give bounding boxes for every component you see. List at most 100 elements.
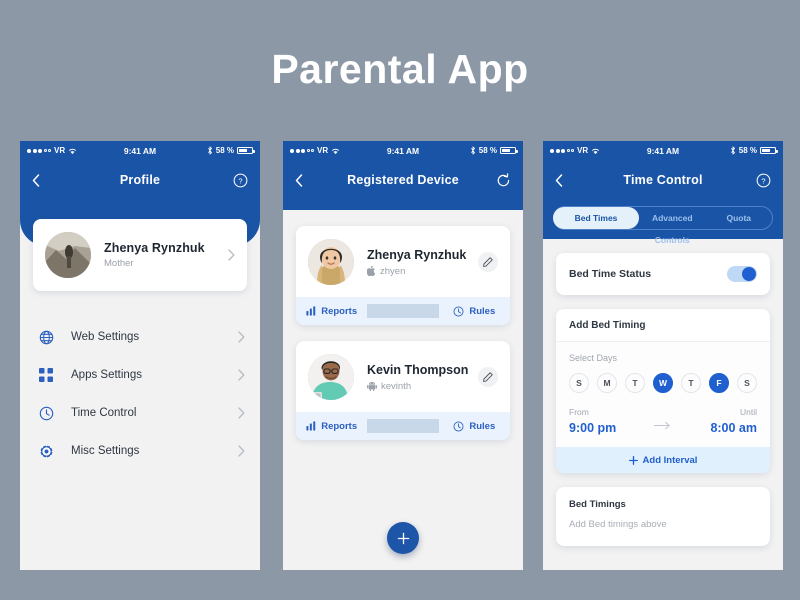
day-toggle-sun[interactable]: S [569,373,589,393]
sidebar-item-web-settings[interactable]: Web Settings [33,318,247,356]
until-value: 8:00 am [710,421,757,435]
pencil-icon[interactable] [478,252,498,272]
globe-icon [35,330,57,345]
rules-label: Rules [469,420,496,432]
tab-quota[interactable]: Quota [706,207,773,229]
battery-percent: 58 % [478,146,497,155]
chevron-right-icon [238,407,245,419]
until-time-field[interactable]: Until 8:00 am [672,407,757,435]
bluetooth-icon [470,146,476,155]
device-handle: kevinth [381,380,412,392]
bed-time-status-label: Bed Time Status [569,268,652,280]
profile-role: Mother [104,258,134,269]
back-chevron-icon[interactable] [32,173,40,187]
tab-advanced-controls[interactable]: Advanced Controls [639,207,706,245]
page-title: Parental App [271,46,529,92]
avatar [308,239,354,285]
status-bar: VR 9:41 AM 58 % [20,141,260,160]
sidebar-item-label: Web Settings [71,331,140,343]
day-selector: S M T W T F S [569,373,757,393]
day-toggle-mon[interactable]: M [597,373,617,393]
bed-timings-title: Bed Timings [569,499,626,510]
profile-card[interactable]: Zhenya Rynzhuk Mother [33,219,247,291]
chevron-right-icon [238,445,245,457]
reports-button[interactable]: Reports [296,421,367,432]
svg-text:?: ? [761,176,765,185]
page-title-time-control: Time Control [623,173,703,187]
nav-bar-registered-device: Registered Device [283,160,523,200]
apple-icon [367,266,376,276]
day-toggle-tue[interactable]: T [625,373,645,393]
from-time-field[interactable]: From 9:00 pm [569,407,654,435]
bluetooth-icon [207,146,213,155]
clock-icon [453,421,464,432]
rules-button[interactable]: Rules [439,306,510,317]
bar-chart-icon [306,421,316,431]
status-bar: VR 9:41 AM 58 % [283,141,523,160]
pencil-icon[interactable] [478,367,498,387]
add-interval-label: Add Interval [642,454,698,466]
chevron-right-icon [238,331,245,343]
from-label: From [569,407,589,417]
clock-icon [35,406,57,421]
day-toggle-sat[interactable]: S [737,373,757,393]
device-handle-row: kevinth [367,381,478,392]
add-bed-timing-card: Add Bed Timing Select Days S M T W T F S… [556,309,770,473]
device-card[interactable]: Zhenya Rynzhuk zhyen Reports Rules [296,226,510,325]
header-fill-registered-device [283,200,523,210]
sidebar-item-label: Apps Settings [71,369,142,381]
avatar [45,232,91,278]
bed-time-status-card: Bed Time Status [556,253,770,295]
bluetooth-icon [730,146,736,155]
help-circle-icon[interactable]: ? [756,173,771,188]
grid-icon [35,368,57,382]
sidebar-item-misc-settings[interactable]: Misc Settings [33,432,247,470]
bar-chart-icon [306,306,316,316]
nav-bar-time-control: Time Control ? [543,160,783,200]
from-value: 9:00 pm [569,421,617,435]
reports-label: Reports [321,305,358,317]
sidebar-item-label: Misc Settings [71,445,140,457]
battery-percent: 58 % [738,146,757,155]
add-device-button[interactable] [387,522,419,554]
footer-divider [367,304,439,318]
day-toggle-fri[interactable]: F [709,373,729,393]
bed-timings-card: Bed Timings Add Bed timings above [556,487,770,546]
device-card[interactable]: Kevin Thompson kevinth Reports Rules [296,341,510,440]
gear-icon [35,444,57,459]
add-interval-button[interactable]: Add Interval [556,447,770,473]
device-name: Kevin Thompson [367,362,469,377]
avatar [308,354,354,400]
help-circle-icon[interactable]: ? [233,173,248,188]
select-days-label: Select Days [569,353,618,363]
page-title-profile: Profile [119,173,161,187]
arrow-right-icon [654,421,672,435]
battery-icon [760,146,778,155]
footer-divider [367,419,439,433]
battery-icon [500,146,518,155]
rules-button[interactable]: Rules [439,421,510,432]
chevron-right-icon [228,249,235,261]
plus-icon [628,455,638,465]
bed-timings-empty-text: Add Bed timings above [569,519,667,530]
nav-bar-profile: Profile ? [20,160,260,200]
chevron-right-icon [238,369,245,381]
phone-screen-profile: VR 9:41 AM 58 % Profile ? Zhenya Rynzhuk… [20,141,260,570]
day-toggle-wed[interactable]: W [653,373,673,393]
device-name: Zhenya Rynzhuk [367,247,467,262]
page-title-registered-device: Registered Device [347,173,459,187]
back-chevron-icon[interactable] [555,173,563,187]
reports-label: Reports [321,420,358,432]
back-chevron-icon[interactable] [295,173,303,187]
day-toggle-thu[interactable]: T [681,373,701,393]
reports-button[interactable]: Reports [296,306,367,317]
refresh-icon[interactable] [496,172,511,188]
tab-bed-times[interactable]: Bed Times [553,207,639,229]
sidebar-item-time-control[interactable]: Time Control [33,394,247,432]
battery-icon [237,146,255,155]
clock-icon [453,306,464,317]
status-bar: VR 9:41 AM 58 % [543,141,783,160]
sidebar-item-apps-settings[interactable]: Apps Settings [33,356,247,394]
device-handle-row: zhyen [367,266,478,277]
bed-time-status-toggle[interactable] [727,266,757,282]
